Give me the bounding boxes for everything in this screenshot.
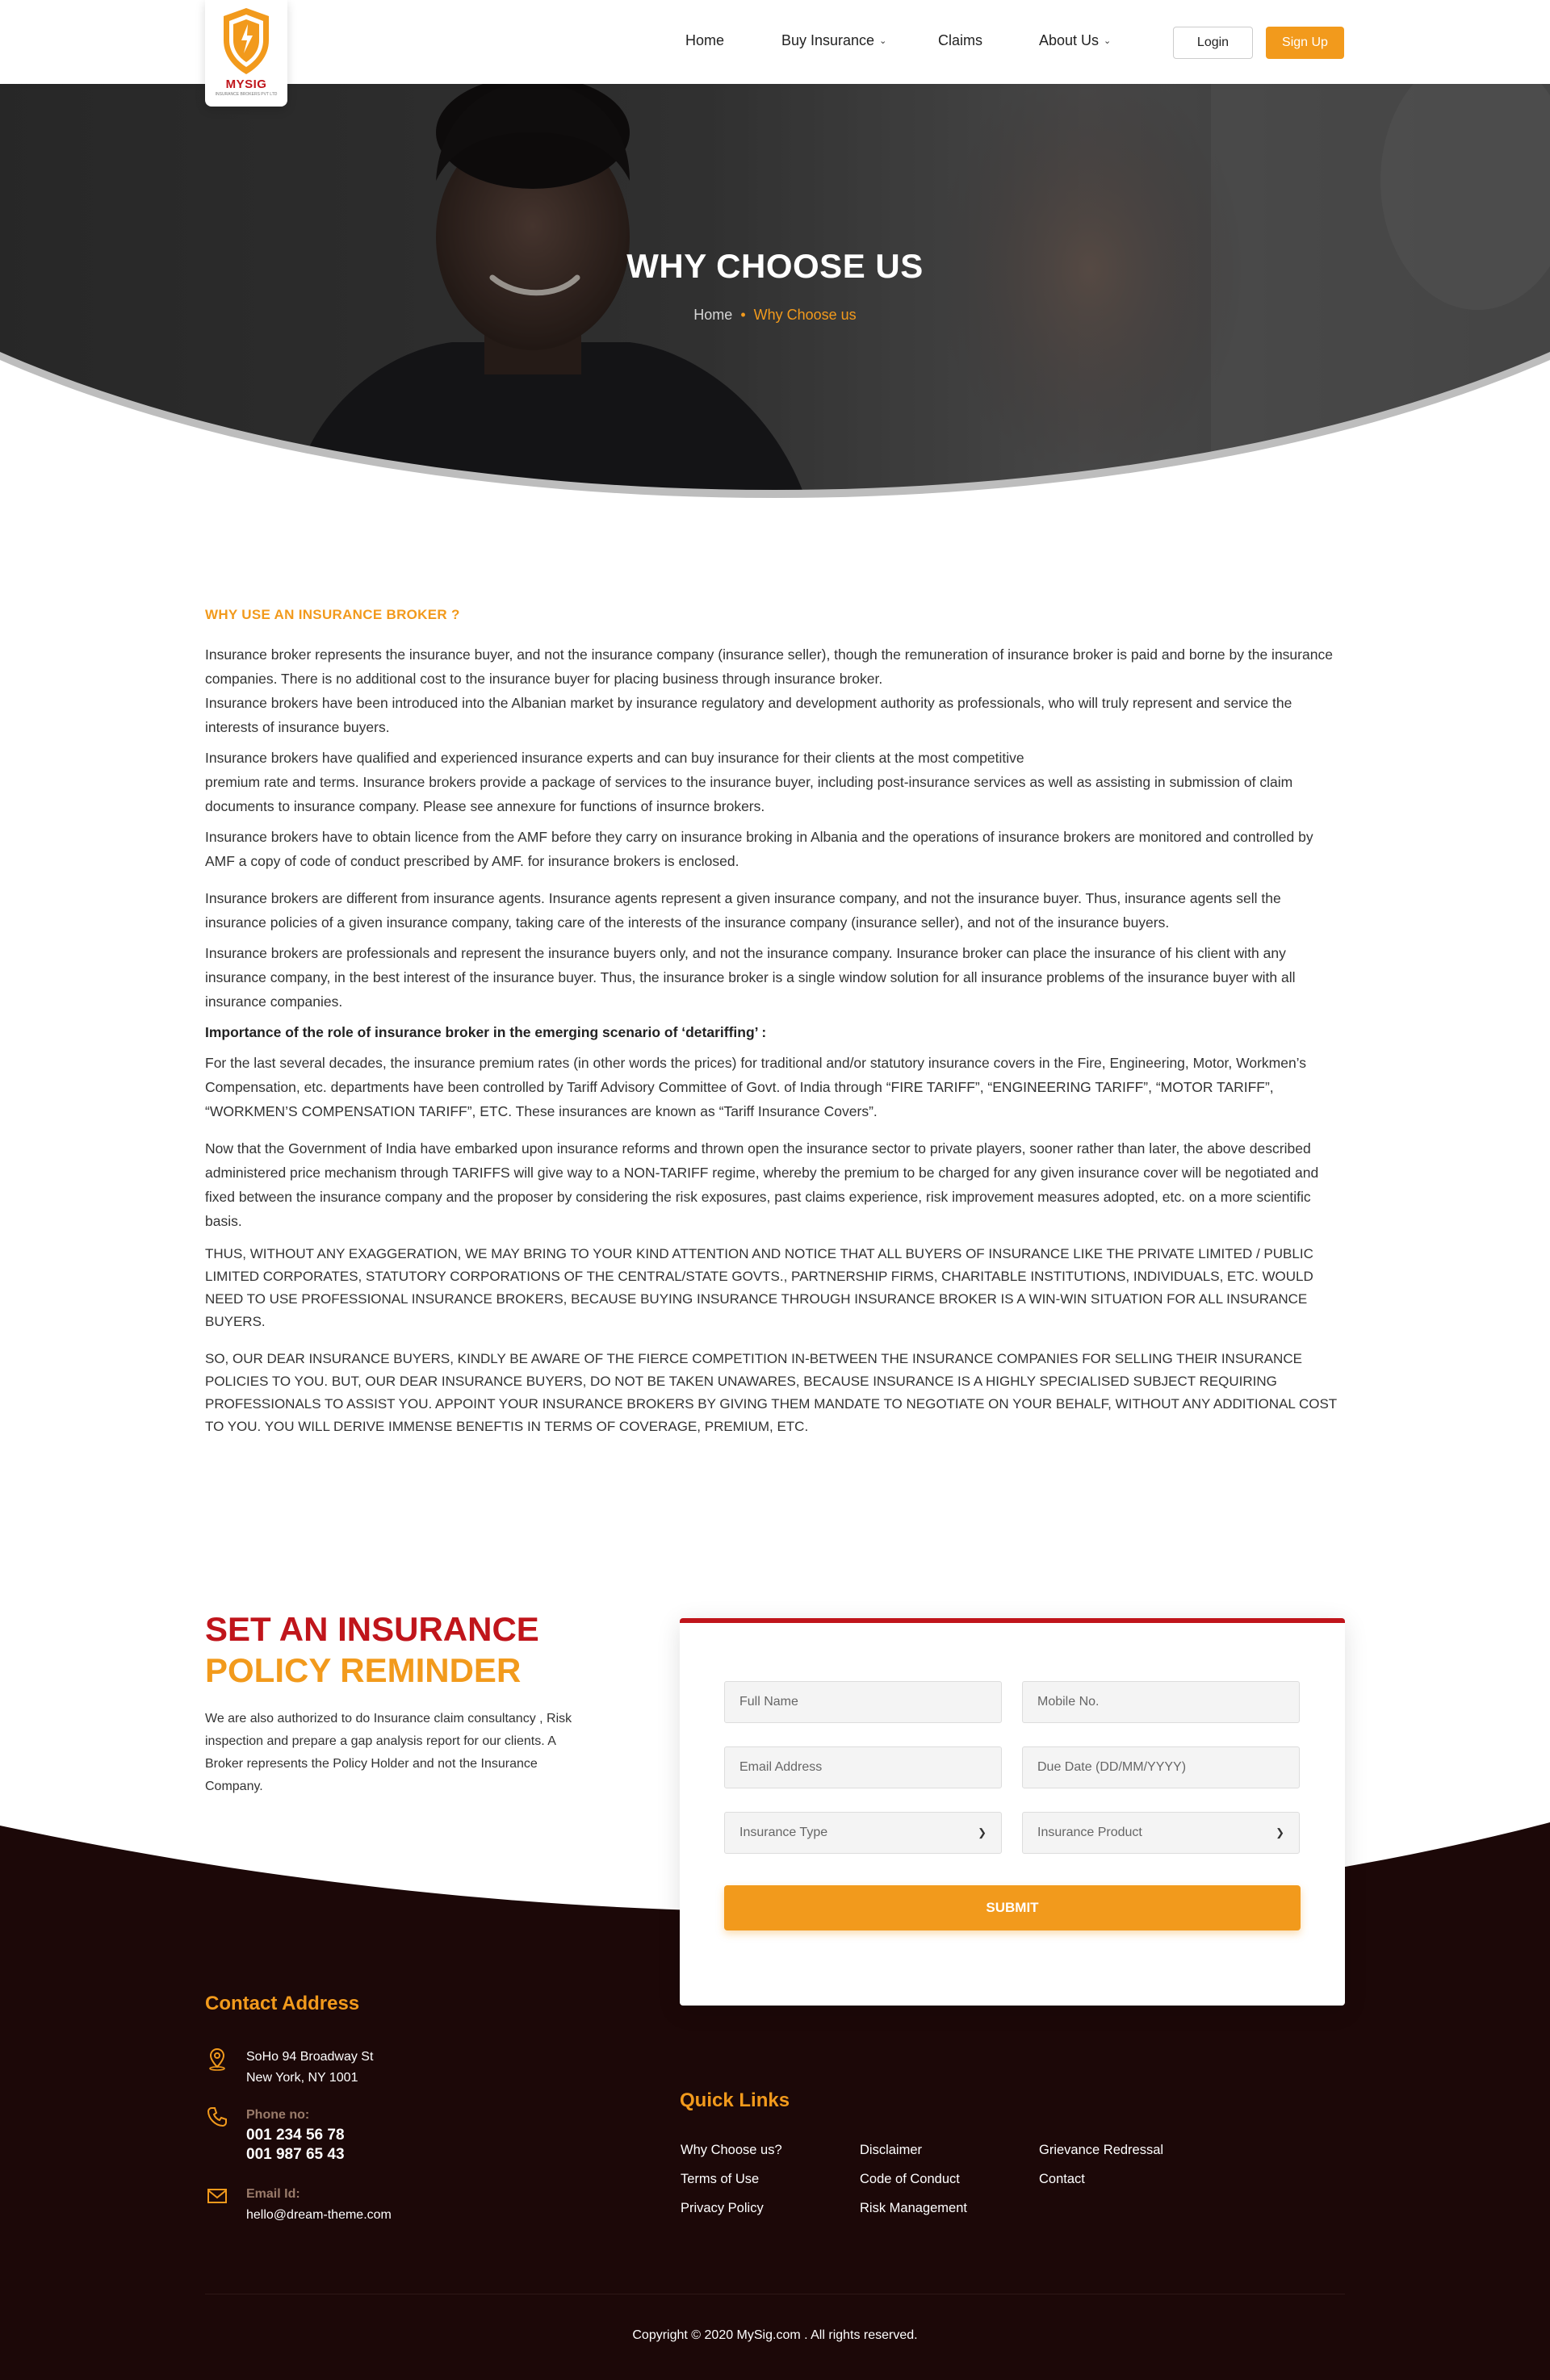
email-input[interactable]: Email Address — [724, 1746, 1002, 1788]
breadcrumb-current: Why Choose us — [753, 307, 857, 323]
insurance-product-select[interactable]: Insurance Product ❯ — [1022, 1812, 1300, 1854]
reminder-title-line2: POLICY REMINDER — [205, 1651, 522, 1689]
phone-icon — [207, 2107, 227, 2127]
breadcrumb: Home • Why Choose us — [0, 307, 1550, 324]
reminder-title: SET AN INSURANCE POLICY REMINDER — [205, 1608, 539, 1691]
login-button[interactable]: Login — [1173, 27, 1253, 59]
article-heading: WHY USE AN INSURANCE BROKER ? — [205, 607, 460, 622]
article-paragraph: premium rate and terms. Insurance broker… — [205, 774, 1293, 814]
hero-banner: WHY CHOOSE US Home • Why Choose us — [0, 84, 1550, 504]
chevron-down-icon: ⌄ — [1104, 36, 1112, 46]
insurance-type-value: Insurance Type — [739, 1826, 828, 1839]
location-pin-icon — [209, 2047, 225, 2071]
reminder-title-line1: SET AN INSURANCE — [205, 1610, 539, 1648]
address-line2: New York, NY 1001 — [246, 2071, 358, 2085]
quick-link-privacy-policy[interactable]: Privacy Policy — [681, 2201, 764, 2216]
full-name-input[interactable]: Full Name — [724, 1681, 1002, 1723]
contact-heading: Contact Address — [205, 1993, 360, 2014]
quick-link-grievance-redressal[interactable]: Grievance Redressal — [1039, 2143, 1163, 2158]
nav-about-us[interactable]: About Us ⌄ — [1039, 32, 1111, 49]
brand-tagline: INSURANCE BROKERS PVT LTD — [215, 92, 278, 97]
article-paragraph: Insurance brokers are professionals and … — [205, 945, 1296, 1010]
due-date-input[interactable]: Due Date (DD/MM/YYYY) — [1022, 1746, 1300, 1788]
article-subheading: Importance of the role of insurance brok… — [205, 1024, 767, 1040]
quick-link-code-of-conduct[interactable]: Code of Conduct — [860, 2172, 960, 2187]
article-section: WHY USE AN INSURANCE BROKER ? Insurance … — [205, 607, 1346, 1453]
article-paragraph: Insurance brokers are different from ins… — [205, 890, 1281, 931]
chevron-down-icon: ⌄ — [879, 36, 887, 46]
quick-link-why-choose-us[interactable]: Why Choose us? — [681, 2143, 782, 2158]
signup-button[interactable]: Sign Up — [1266, 27, 1344, 59]
chevron-down-icon: ❯ — [978, 1826, 987, 1838]
submit-button[interactable]: SUBMIT — [724, 1885, 1301, 1930]
nav-home[interactable]: Home — [685, 32, 724, 49]
article-paragraph: Insurance brokers have been introduced i… — [205, 695, 1292, 735]
mail-icon — [207, 2189, 227, 2203]
article-paragraph: Now that the Government of India have em… — [205, 1140, 1319, 1229]
quick-link-contact[interactable]: Contact — [1039, 2172, 1085, 2187]
copyright-text: Copyright © 2020 MySig.com . All rights … — [632, 2328, 918, 2342]
article-paragraph: Insurance brokers have qualified and exp… — [205, 750, 1024, 766]
reminder-form: Full Name Mobile No. Email Address Due D… — [680, 1618, 1345, 2006]
article-paragraph-caps: SO, OUR DEAR INSURANCE BUYERS, KINDLY BE… — [205, 1351, 1337, 1434]
nav-buy-insurance[interactable]: Buy Insurance ⌄ — [781, 32, 886, 49]
quick-links-heading: Quick Links — [680, 2089, 790, 2111]
nav-claims[interactable]: Claims — [938, 32, 982, 49]
reminder-description: We are also authorized to do Insurance c… — [205, 1712, 572, 1793]
hero-photo-illustration — [0, 84, 1550, 504]
nav-about-us-label: About Us — [1039, 32, 1100, 48]
shield-logo-icon — [224, 8, 269, 74]
chevron-down-icon: ❯ — [1276, 1826, 1284, 1838]
quick-link-disclaimer[interactable]: Disclaimer — [860, 2143, 922, 2158]
breadcrumb-separator-icon: • — [740, 307, 746, 323]
insurance-product-value: Insurance Product — [1037, 1826, 1142, 1839]
quick-link-terms-of-use[interactable]: Terms of Use — [681, 2172, 759, 2187]
article-paragraph: For the last several decades, the insura… — [205, 1055, 1307, 1119]
article-paragraph: Insurance broker represents the insuranc… — [205, 646, 1333, 687]
email-address[interactable]: hello@dream-theme.com — [246, 2205, 488, 2226]
breadcrumb-home[interactable]: Home — [693, 307, 732, 323]
quick-link-risk-management[interactable]: Risk Management — [860, 2201, 967, 2216]
article-paragraph: Insurance brokers have to obtain licence… — [205, 829, 1313, 869]
phone-number-1[interactable]: 001 234 56 78 — [246, 2126, 488, 2145]
address-line1: SoHo 94 Broadway St — [246, 2050, 374, 2064]
brand-logo[interactable]: MYSIG INSURANCE BROKERS PVT LTD — [205, 0, 287, 107]
insurance-type-select[interactable]: Insurance Type ❯ — [724, 1812, 1002, 1854]
email-label: Email Id: — [246, 2187, 300, 2201]
phone-number-2[interactable]: 001 987 65 43 — [246, 2145, 488, 2165]
nav-buy-insurance-label: Buy Insurance — [781, 32, 875, 48]
phone-label: Phone no: — [246, 2108, 310, 2122]
article-paragraph-caps: THUS, WITHOUT ANY EXAGGERATION, WE MAY B… — [205, 1246, 1313, 1329]
brand-name: MYSIG — [225, 77, 267, 91]
page-title: WHY CHOOSE US — [626, 247, 924, 285]
mobile-input[interactable]: Mobile No. — [1022, 1681, 1300, 1723]
